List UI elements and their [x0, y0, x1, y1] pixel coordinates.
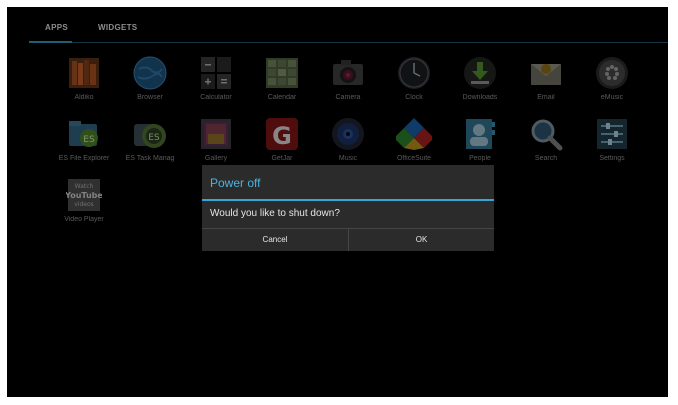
- search-icon: [528, 116, 564, 152]
- app-label: People: [469, 155, 491, 162]
- svg-text:ES: ES: [83, 135, 95, 145]
- books-icon: [66, 55, 102, 91]
- app-getjar[interactable]: G GetJar: [249, 116, 315, 162]
- download-icon: [462, 55, 498, 91]
- app-aldiko[interactable]: Aldiko: [51, 55, 117, 101]
- camera-icon: [330, 55, 366, 91]
- app-label: Settings: [599, 155, 625, 162]
- app-calculator[interactable]: Calculator: [183, 55, 249, 101]
- calculator-icon: [198, 55, 234, 91]
- app-label: Clock: [405, 94, 423, 101]
- app-email[interactable]: Email: [513, 55, 579, 101]
- app-video-player[interactable]: Watch YouTube videos Video Player: [51, 177, 117, 223]
- email-icon: [528, 55, 564, 91]
- app-gallery[interactable]: Gallery: [183, 116, 249, 162]
- app-label: Calculator: [200, 94, 232, 101]
- app-es-task-manager[interactable]: ES ES Task Manag: [117, 116, 183, 162]
- app-emusic[interactable]: eMusic: [579, 55, 645, 101]
- app-search[interactable]: Search: [513, 116, 579, 162]
- app-label: Camera: [335, 94, 361, 101]
- app-label: Aldiko: [74, 94, 94, 101]
- task-manager-icon: ES: [132, 116, 168, 152]
- settings-icon: [594, 116, 630, 152]
- gallery-icon: [198, 116, 234, 152]
- svg-text:YouTube: YouTube: [66, 191, 102, 200]
- app-label: Browser: [137, 94, 163, 101]
- app-es-file-explorer[interactable]: ES ES File Explorer: [51, 116, 117, 162]
- dialog-message: Would you like to shut down?: [210, 208, 340, 219]
- power-off-dialog: Power off Would you like to shut down? C…: [202, 165, 494, 251]
- app-label: Gallery: [204, 155, 228, 162]
- ok-button[interactable]: OK: [349, 229, 494, 251]
- svg-text:videos: videos: [74, 201, 94, 208]
- getjar-icon: G: [264, 116, 300, 152]
- youtube-icon: Watch YouTube videos: [66, 177, 102, 213]
- svg-text:G: G: [272, 122, 292, 150]
- officesuite-icon: [396, 116, 432, 152]
- dialog-title: Power off: [210, 176, 261, 190]
- app-label: Calendar: [267, 94, 297, 101]
- app-label: Music: [338, 155, 358, 162]
- app-drawer-screen: APPS WIDGETS Aldiko Browser Calculator C…: [7, 7, 668, 397]
- app-calendar[interactable]: Calendar: [249, 55, 315, 101]
- app-label: ES File Explorer: [58, 155, 110, 162]
- app-label: eMusic: [600, 94, 624, 101]
- app-browser[interactable]: Browser: [117, 55, 183, 101]
- app-settings[interactable]: Settings: [579, 116, 645, 162]
- app-clock[interactable]: Clock: [381, 55, 447, 101]
- svg-text:ES: ES: [148, 133, 160, 143]
- app-label: GetJar: [271, 155, 293, 162]
- emusic-icon: [594, 55, 630, 91]
- app-label: Downloads: [462, 94, 498, 101]
- music-icon: [330, 116, 366, 152]
- cancel-button[interactable]: Cancel: [202, 229, 348, 251]
- app-label: ES Task Manag: [125, 155, 175, 162]
- app-camera[interactable]: Camera: [315, 55, 381, 101]
- calendar-icon: [264, 55, 300, 91]
- svg-text:Watch: Watch: [75, 183, 94, 190]
- app-officesuite[interactable]: OfficeSuite: [381, 116, 447, 162]
- app-downloads[interactable]: Downloads: [447, 55, 513, 101]
- contacts-icon: [462, 116, 498, 152]
- dialog-title-divider: [202, 199, 494, 201]
- app-label: OfficeSuite: [396, 155, 432, 162]
- app-label: Video Player: [64, 216, 104, 223]
- app-label: Email: [537, 94, 555, 101]
- app-label: Search: [534, 155, 558, 162]
- globe-icon: [132, 55, 168, 91]
- folder-icon: ES: [66, 116, 102, 152]
- app-music[interactable]: Music: [315, 116, 381, 162]
- clock-icon: [396, 55, 432, 91]
- app-people[interactable]: People: [447, 116, 513, 162]
